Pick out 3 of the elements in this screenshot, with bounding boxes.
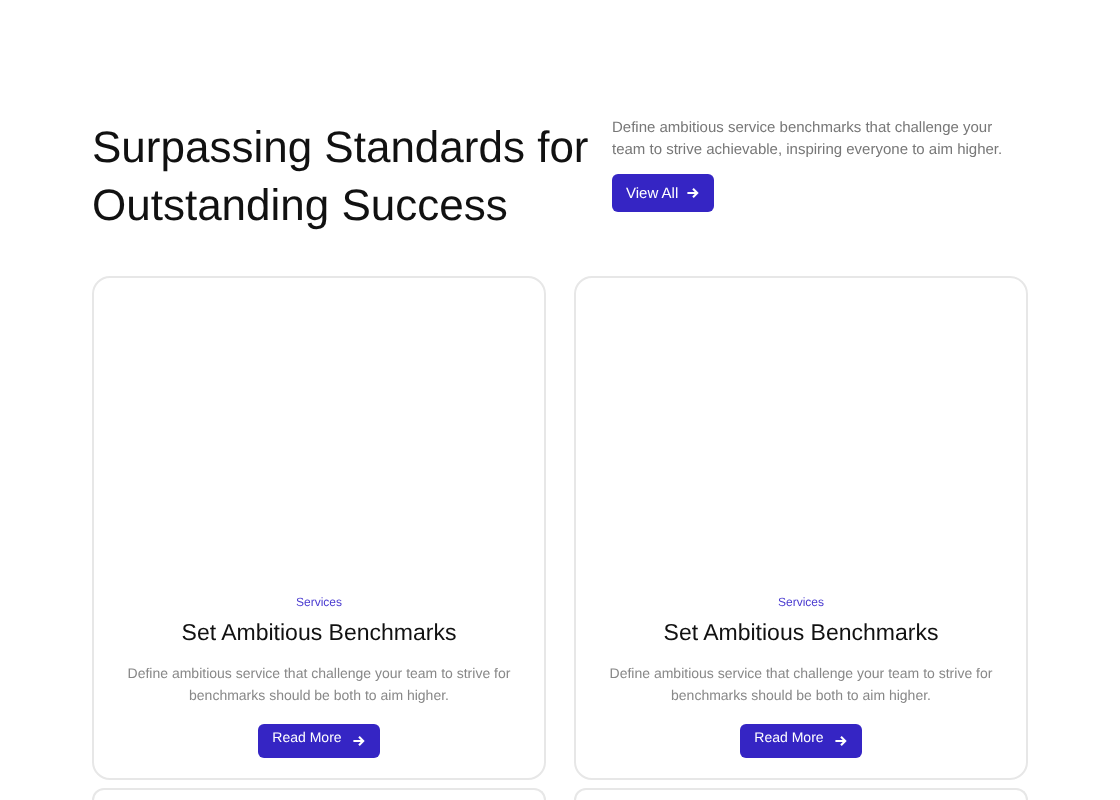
card-title: Set Ambitious Benchmarks [181, 620, 457, 651]
card-title: Set Ambitious Benchmarks [663, 620, 939, 651]
section-heading: Surpassing Standards for Outstanding Success [92, 120, 591, 234]
